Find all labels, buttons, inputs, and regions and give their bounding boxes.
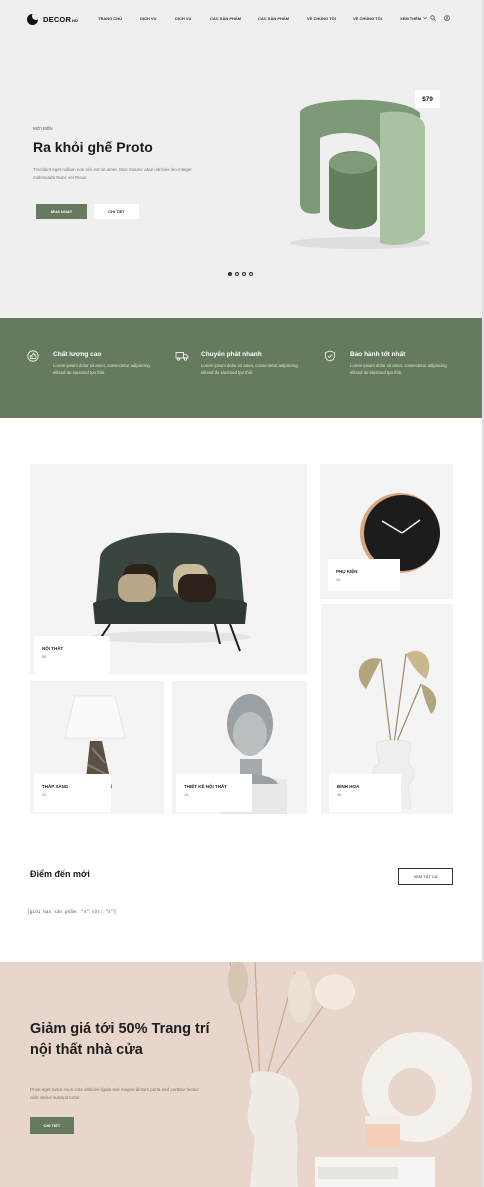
feature-title: Bảo hành tốt nhất <box>350 351 406 358</box>
details-button[interactable]: CHI TIẾT <box>94 204 139 219</box>
promo-details-button[interactable]: CHI TIẾT <box>30 1117 74 1134</box>
slider-dot[interactable] <box>228 272 232 276</box>
hero-description: Tincidunt eget nullam non nisi est sit a… <box>33 167 192 180</box>
slider-dot[interactable] <box>235 272 239 276</box>
price-tag: $79 <box>415 90 440 108</box>
feature-description: Lorem ipsum dolor sit amet, consectetur … <box>201 363 298 375</box>
logo-subtext: HŪ <box>72 17 78 23</box>
features-bar: Chất lượng cao Lorem ipsum dolor sit ame… <box>0 318 484 418</box>
category-count: 58 <box>42 654 47 659</box>
see-all-button[interactable]: XEM TẤT CẢ <box>398 868 453 885</box>
feature-description: Lorem ipsum dolor sit amet, consectetur … <box>350 363 447 375</box>
nav-item-about[interactable]: VỀ CHÚNG TÔI <box>307 16 336 21</box>
category-count: 36 <box>337 792 342 797</box>
hero-slider: MỚI ĐẾN Ra khỏi ghế Proto Tincidunt eget… <box>0 38 484 318</box>
truck-icon <box>175 352 189 361</box>
category-count: 40 <box>336 577 341 582</box>
promo-banner: Giảm giá tới 50% Trang trí nội thất nhà … <box>0 962 484 1187</box>
category-lighting[interactable]: THẮP SÁNG 24 <box>30 681 164 814</box>
thumbs-up-icon <box>27 350 39 362</box>
nav-item-home[interactable]: TRANG CHỦ <box>98 16 122 21</box>
category-accessories[interactable]: PHỤ KIỆN 40 <box>320 464 453 599</box>
category-vases[interactable]: BÌNH HOA 36 <box>321 604 453 814</box>
category-label: THẮP SÁNG 24 <box>34 774 111 812</box>
promo-description: Proin eget tortor risus cras ultricies l… <box>30 1087 199 1100</box>
user-icon[interactable] <box>444 15 450 21</box>
slider-dots <box>228 272 253 276</box>
chevron-down-icon[interactable] <box>423 16 427 20</box>
site-header: DECOR HŪ TRANG CHỦ DỊCH VỤ DỊCH VỤ CÁC S… <box>0 0 484 38</box>
category-count: 24 <box>42 792 47 797</box>
nav-item-more[interactable]: XEM THÊM <box>400 16 421 21</box>
nav-item-products-2[interactable]: CÁC SẢN PHẨM <box>258 16 289 21</box>
decor-vases-image <box>228 962 472 1187</box>
hero-title: Ra khỏi ghế Proto <box>33 139 153 155</box>
category-name: PHỤ KIỆN <box>336 569 358 574</box>
slider-dot[interactable] <box>242 272 246 276</box>
category-name: THẮP SÁNG <box>42 784 69 789</box>
nav-item-products[interactable]: CÁC SẢN PHẨM <box>210 16 241 21</box>
category-furniture[interactable]: NỘI THẤT 58 <box>30 464 307 674</box>
buy-now-button[interactable]: MUA NGAY <box>36 204 87 219</box>
category-label: THIẾT KẾ NỘI THẤT 12 <box>176 774 252 812</box>
hero-eyebrow: MỚI ĐẾN <box>33 126 53 131</box>
nav-item-services[interactable]: DỊCH VỤ <box>140 16 156 21</box>
chair-image <box>290 99 430 249</box>
category-label: BÌNH HOA 36 <box>329 774 401 812</box>
category-label: NỘI THẤT 58 <box>34 636 110 674</box>
category-name: THIẾT KẾ NỘI THẤT <box>184 784 227 789</box>
slider-dot[interactable] <box>249 272 253 276</box>
category-label: PHỤ KIỆN 40 <box>328 559 400 591</box>
logo[interactable]: DECOR HŪ <box>27 14 78 25</box>
category-interior-design[interactable]: THIẾT KẾ NỘI THẤT 12 <box>172 681 307 814</box>
promo-title: Giảm giá tới 50% Trang trí nội thất nhà … <box>30 1021 210 1058</box>
sofa-image <box>90 532 250 652</box>
feature-title: Chuyển phát nhanh <box>201 351 262 358</box>
nav-item-about-2[interactable]: VỀ CHÚNG TÔI <box>353 16 382 21</box>
feature-title: Chất lượng cao <box>53 351 102 358</box>
nav-item-services-2[interactable]: DỊCH VỤ <box>175 16 191 21</box>
logo-icon <box>27 14 38 25</box>
search-icon[interactable] <box>430 15 436 21</box>
category-name: BÌNH HOA <box>337 784 360 789</box>
category-count: 12 <box>184 792 189 797</box>
logo-text: DECOR <box>43 15 72 24</box>
product-grid-placeholder: [giới hạn sản phẩm: "4" cột: "4"] <box>27 910 117 915</box>
feature-description: Lorem ipsum dolor sit amet, consectetur … <box>53 363 150 375</box>
new-arrivals-title: Điểm đến mới <box>30 869 90 879</box>
category-name: NỘI THẤT <box>42 646 64 651</box>
shield-check-icon <box>325 350 335 362</box>
